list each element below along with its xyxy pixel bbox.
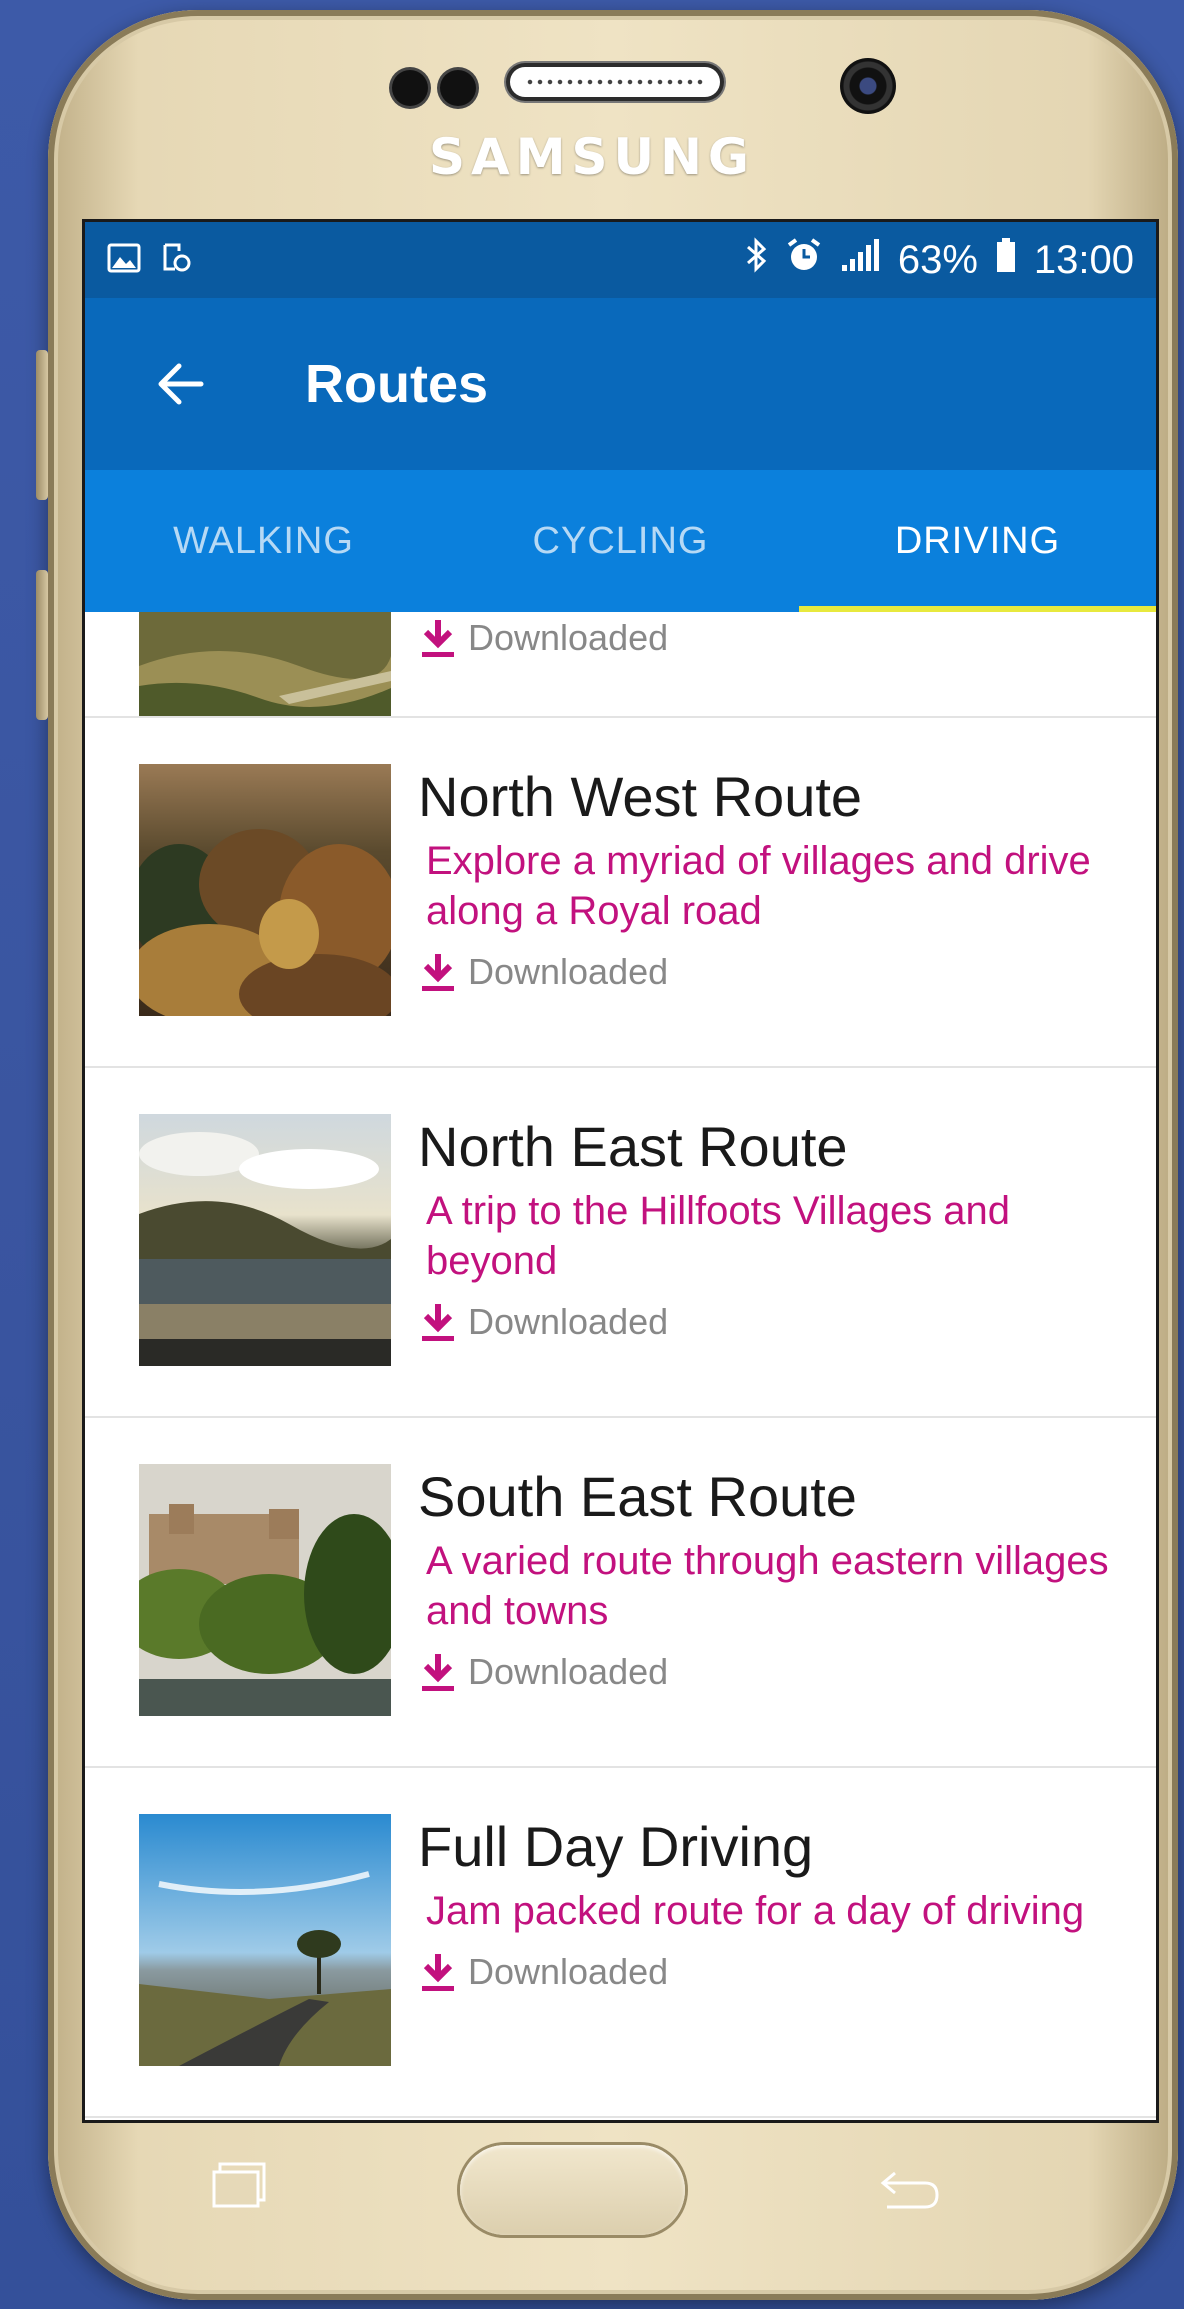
battery-icon	[996, 237, 1016, 283]
route-text: South East Route A varied route through …	[418, 1464, 1126, 1694]
download-status: Downloaded	[418, 1950, 1126, 1994]
front-camera	[840, 58, 896, 114]
image-icon	[107, 238, 141, 283]
tab-bar: WALKING CYCLING DRIVING	[85, 470, 1156, 612]
status-bar: 63% 13:00	[85, 222, 1156, 298]
volume-down-button	[36, 570, 48, 720]
download-label: Downloaded	[468, 951, 669, 992]
back-key-icon[interactable]	[875, 2165, 945, 2215]
bluetooth-icon	[744, 237, 768, 283]
earpiece-speaker	[510, 67, 720, 97]
page-title: Routes	[305, 354, 489, 414]
route-thumbnail	[139, 612, 391, 716]
arrow-left-icon	[158, 363, 204, 405]
route-list: Downloaded North West Route Explore a my…	[85, 612, 1156, 2118]
download-icon	[422, 1654, 454, 1691]
download-status: Downloaded	[418, 950, 1126, 994]
download-label: Downloaded	[468, 1651, 669, 1692]
route-title: South East Route	[418, 1465, 857, 1528]
route-description: Jam packed route for a day of driving	[426, 1889, 1085, 1933]
light-sensor	[440, 70, 476, 106]
home-button[interactable]	[460, 2145, 685, 2235]
download-icon	[422, 954, 454, 991]
download-status: Downloaded	[418, 1300, 1126, 1344]
route-item[interactable]: Full Day Driving Jam packed route for a …	[85, 1768, 1156, 2118]
battery-percent: 63%	[897, 237, 978, 282]
route-item[interactable]: North West Route Explore a myriad of vil…	[85, 718, 1156, 1068]
download-icon	[422, 1954, 454, 1991]
download-label: Downloaded	[468, 1301, 669, 1342]
download-status: Downloaded	[418, 1650, 1126, 1694]
download-status: Downloaded	[418, 616, 668, 660]
download-label: Downloaded	[468, 617, 669, 658]
route-text: North West Route Explore a myriad of vil…	[418, 764, 1126, 994]
route-item[interactable]: South East Route A varied route through …	[85, 1418, 1156, 1768]
download-icon	[422, 620, 454, 657]
route-thumbnail	[139, 764, 391, 1016]
tab-cycling[interactable]: CYCLING	[442, 470, 799, 612]
route-thumbnail	[139, 1814, 391, 2066]
route-item[interactable]: North East Route A trip to the Hillfoots…	[85, 1068, 1156, 1418]
route-title: Full Day Driving	[418, 1815, 814, 1878]
back-button[interactable]	[140, 344, 220, 424]
route-text: North East Route A trip to the Hillfoots…	[418, 1114, 1126, 1344]
route-description: A trip to the Hillfoots Villages and bey…	[426, 1189, 1011, 1283]
tab-walking[interactable]: WALKING	[85, 470, 442, 612]
alarm-icon	[786, 237, 822, 283]
route-title: North East Route	[418, 1115, 848, 1178]
proximity-sensor	[392, 70, 428, 106]
screen: 63% 13:00 Routes WALKING CYCLING DRIVING	[85, 222, 1156, 2120]
route-description: A varied route through eastern villages …	[426, 1539, 1109, 1633]
download-icon	[422, 1304, 454, 1341]
route-thumbnail	[139, 1464, 391, 1716]
signal-icon	[840, 238, 880, 283]
clock: 13:00	[1033, 237, 1134, 282]
route-description: Explore a myriad of villages and drive a…	[426, 839, 1091, 933]
brand-logo: SAMSUNG	[429, 128, 755, 186]
recent-apps-icon[interactable]	[210, 2160, 270, 2210]
route-thumbnail	[139, 1114, 391, 1366]
route-title: North West Route	[418, 765, 863, 828]
route-text: Full Day Driving Jam packed route for a …	[418, 1814, 1126, 1994]
volume-up-button	[36, 350, 48, 500]
screenshot-icon	[161, 238, 191, 283]
download-label: Downloaded	[468, 1951, 669, 1992]
tab-driving[interactable]: DRIVING	[799, 470, 1156, 612]
route-item[interactable]: Downloaded	[85, 612, 1156, 718]
app-bar: Routes	[85, 298, 1156, 470]
